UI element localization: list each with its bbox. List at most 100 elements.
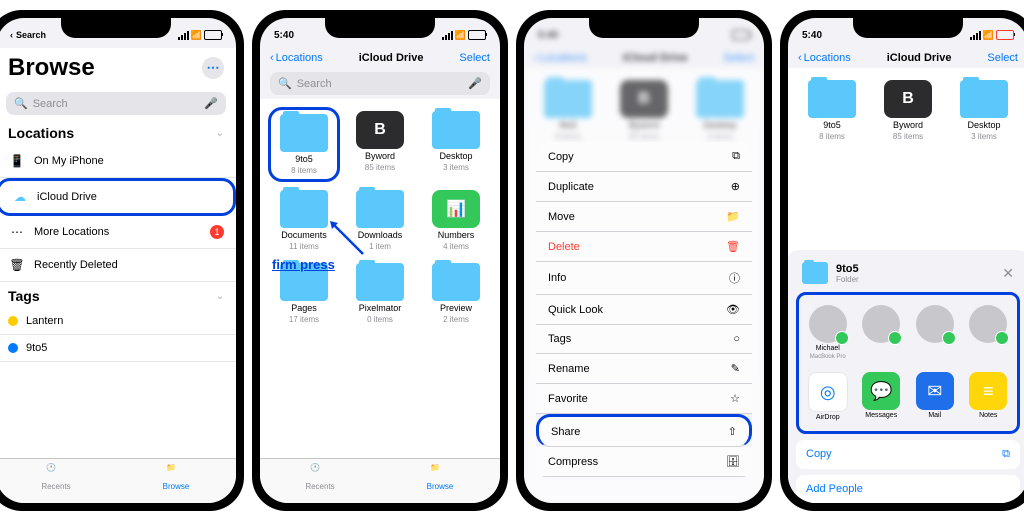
back-to-app[interactable]: Search	[16, 30, 46, 40]
folder-icon: 📁	[166, 463, 186, 481]
folder-label: Documents	[281, 230, 327, 240]
notch	[589, 18, 699, 38]
add-people-action[interactable]: Add People	[796, 475, 1020, 503]
menu-copy[interactable]: Copy⧉	[536, 142, 752, 172]
back-button[interactable]: ‹Locations	[798, 52, 851, 64]
folder-preview[interactable]: Preview2 items	[420, 259, 492, 328]
menu-favorite[interactable]: Favorite☆	[536, 384, 752, 414]
search-input[interactable]: 🔍Search🎤	[270, 72, 490, 95]
mic-icon[interactable]: 🎤	[468, 77, 482, 90]
folder-byword[interactable]: BByword85 items	[872, 76, 944, 145]
info-icon: ⓘ	[729, 270, 740, 286]
share-app-messages[interactable]: 💬Messages	[859, 372, 905, 421]
row-icloud-drive[interactable]: ☁iCloud Drive	[0, 178, 236, 216]
cloud-icon: ☁	[11, 188, 29, 206]
folder-label: Byword	[365, 151, 395, 161]
nav-bar: ‹LocationsiCloud DriveSelect	[260, 48, 500, 68]
folder-label: Desktop	[967, 120, 1000, 130]
nav-bar: ‹Locations iCloud Drive Select	[788, 48, 1024, 68]
folder-label: Pixelmator	[359, 303, 402, 313]
share-app-airdrop[interactable]: ◎AirDrop	[805, 372, 851, 421]
search-input[interactable]: 🔍Search🎤	[6, 92, 226, 115]
annotation-firm-press: firm press	[272, 257, 335, 272]
menu-rename[interactable]: Rename✎	[536, 354, 752, 384]
share-contact[interactable]: MichaelMacBook Pro	[805, 305, 851, 360]
folder-9to5[interactable]: 9to58 items	[268, 107, 340, 182]
chevron-down-icon[interactable]: ⌄	[216, 128, 224, 139]
menu-tags[interactable]: Tags○	[536, 325, 752, 354]
notch	[853, 18, 963, 38]
tags-icon: ○	[733, 333, 740, 345]
menu-compress[interactable]: Compress🗄	[536, 447, 752, 477]
notch	[61, 18, 171, 38]
tag-9to5[interactable]: 9to5	[0, 335, 236, 362]
back-button[interactable]: ‹Locations	[270, 52, 323, 64]
close-button[interactable]: ✕	[1002, 265, 1014, 282]
messages-icon: 💬	[862, 372, 900, 410]
folder-desktop[interactable]: Desktop3 items	[948, 76, 1020, 145]
copy-icon: ⧉	[1002, 448, 1010, 461]
share-contact[interactable]	[859, 305, 905, 360]
share-app-mail[interactable]: ✉Mail	[912, 372, 958, 421]
tags-header: Tags	[8, 288, 40, 304]
search-icon: 🔍	[14, 97, 28, 110]
menu-info[interactable]: Infoⓘ	[536, 262, 752, 295]
avatar	[916, 305, 954, 343]
menu-quick-look[interactable]: Quick Look👁	[536, 295, 752, 325]
row-more-locations[interactable]: ⋯More Locations1	[0, 216, 236, 249]
tab-recents[interactable]: 🕐Recents	[0, 463, 116, 491]
folder-numbers[interactable]: 📊Numbers4 items	[420, 186, 492, 255]
nav-title: iCloud Drive	[887, 52, 952, 64]
folder-label: Numbers	[438, 230, 475, 240]
folder-desktop[interactable]: Desktop3 items	[420, 107, 492, 182]
tab-browse[interactable]: 📁Browse	[380, 463, 500, 491]
row-on-my-iphone[interactable]: 📱On My iPhone	[0, 145, 236, 178]
avatar	[969, 305, 1007, 343]
move-icon: 📁	[726, 210, 740, 223]
arrow-annotation	[328, 219, 368, 259]
folder-count: 85 items	[365, 163, 395, 172]
locations-header: Locations	[8, 125, 74, 141]
copy-action[interactable]: Copy⧉	[796, 440, 1020, 469]
tag-dot-blue	[8, 343, 18, 353]
folder-byword[interactable]: BByword85 items	[344, 107, 416, 182]
select-button[interactable]: Select	[459, 52, 490, 64]
mail-icon: ✉	[916, 372, 954, 410]
trash-icon: 🗑	[8, 256, 26, 274]
folder-9to5[interactable]: 9to5 8 items	[796, 76, 868, 145]
tab-recents[interactable]: 🕐Recents	[260, 463, 380, 491]
folder-icon	[802, 262, 828, 284]
share-contact[interactable]	[912, 305, 958, 360]
phone-3-context-menu: 5:40 ‹ LocationsiCloud DriveSelect 9to58…	[516, 10, 772, 511]
share-app-notes[interactable]: ≡Notes	[966, 372, 1012, 421]
row-recently-deleted[interactable]: 🗑Recently Deleted	[0, 249, 236, 282]
folder-count: 85 items	[893, 132, 923, 141]
folder-count: 11 items	[289, 242, 319, 251]
folder-count: 1 item	[369, 242, 391, 251]
folder-count: 0 items	[367, 315, 393, 324]
tag-dot-yellow	[8, 316, 18, 326]
folder-label: 9to5	[823, 120, 841, 130]
tag-lantern[interactable]: Lantern	[0, 308, 236, 335]
clock-icon: 🕐	[46, 463, 66, 481]
menu-move[interactable]: Move📁	[536, 202, 752, 232]
folder-icon: 📁	[430, 463, 450, 481]
avatar	[862, 305, 900, 343]
menu-duplicate[interactable]: Duplicate⊕	[536, 172, 752, 202]
tab-browse[interactable]: 📁Browse	[116, 463, 236, 491]
mic-icon[interactable]: 🎤	[204, 97, 218, 110]
folder-count: 17 items	[289, 315, 319, 324]
delete-icon: 🗑	[726, 240, 740, 253]
menu-share[interactable]: Share⇧	[536, 414, 752, 447]
folder-count: 4 items	[443, 242, 469, 251]
folder-pixelmator[interactable]: Pixelmator 0 items	[344, 259, 416, 328]
more-button[interactable]: ⋯	[202, 57, 224, 79]
menu-delete[interactable]: Delete🗑	[536, 232, 752, 262]
folder-count: 8 items	[819, 132, 845, 141]
share-contact[interactable]	[966, 305, 1012, 360]
chevron-down-icon[interactable]: ⌄	[216, 291, 224, 302]
compress-icon: 🗄	[726, 455, 740, 468]
tab-bar: 🕐Recents 📁Browse	[0, 458, 236, 503]
select-button[interactable]: Select	[987, 52, 1018, 64]
avatar	[809, 305, 847, 343]
